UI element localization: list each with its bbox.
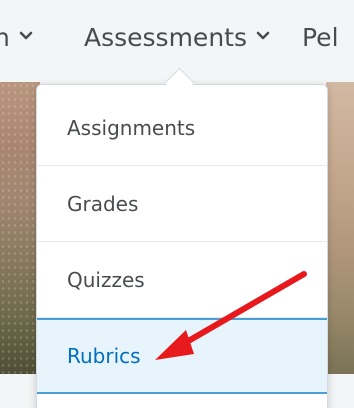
top-navbar: n Assessments Pel [0,0,354,74]
menu-item-quizzes[interactable]: Quizzes [37,242,327,318]
nav-item-label: Pel [302,22,339,52]
menu-item-label: Rubrics [67,344,141,368]
menu-list: Assignments Grades Quizzes Rubrics [37,85,327,394]
menu-item-label: Assignments [67,116,196,140]
banner-image [0,82,40,374]
banner-image [326,82,354,374]
assessments-dropdown-menu: Assignments Grades Quizzes Rubrics [36,84,328,408]
chevron-down-icon [256,31,270,40]
nav-item-label: n [0,22,10,52]
menu-item-grades[interactable]: Grades [37,166,327,242]
menu-item-assignments[interactable]: Assignments [37,85,327,166]
menu-item-label: Grades [67,191,139,216]
nav-item-previous[interactable]: n [0,20,33,54]
menu-item-rubrics[interactable]: Rubrics [37,318,327,394]
nav-item-label: Assessments [84,22,247,52]
nav-item-assessments[interactable]: Assessments [84,20,270,54]
page: n Assessments Pel Assignments Grades Qui… [0,0,354,408]
chevron-down-icon [19,31,33,40]
nav-item-next[interactable]: Pel [302,20,339,54]
menu-item-label: Quizzes [67,267,145,292]
